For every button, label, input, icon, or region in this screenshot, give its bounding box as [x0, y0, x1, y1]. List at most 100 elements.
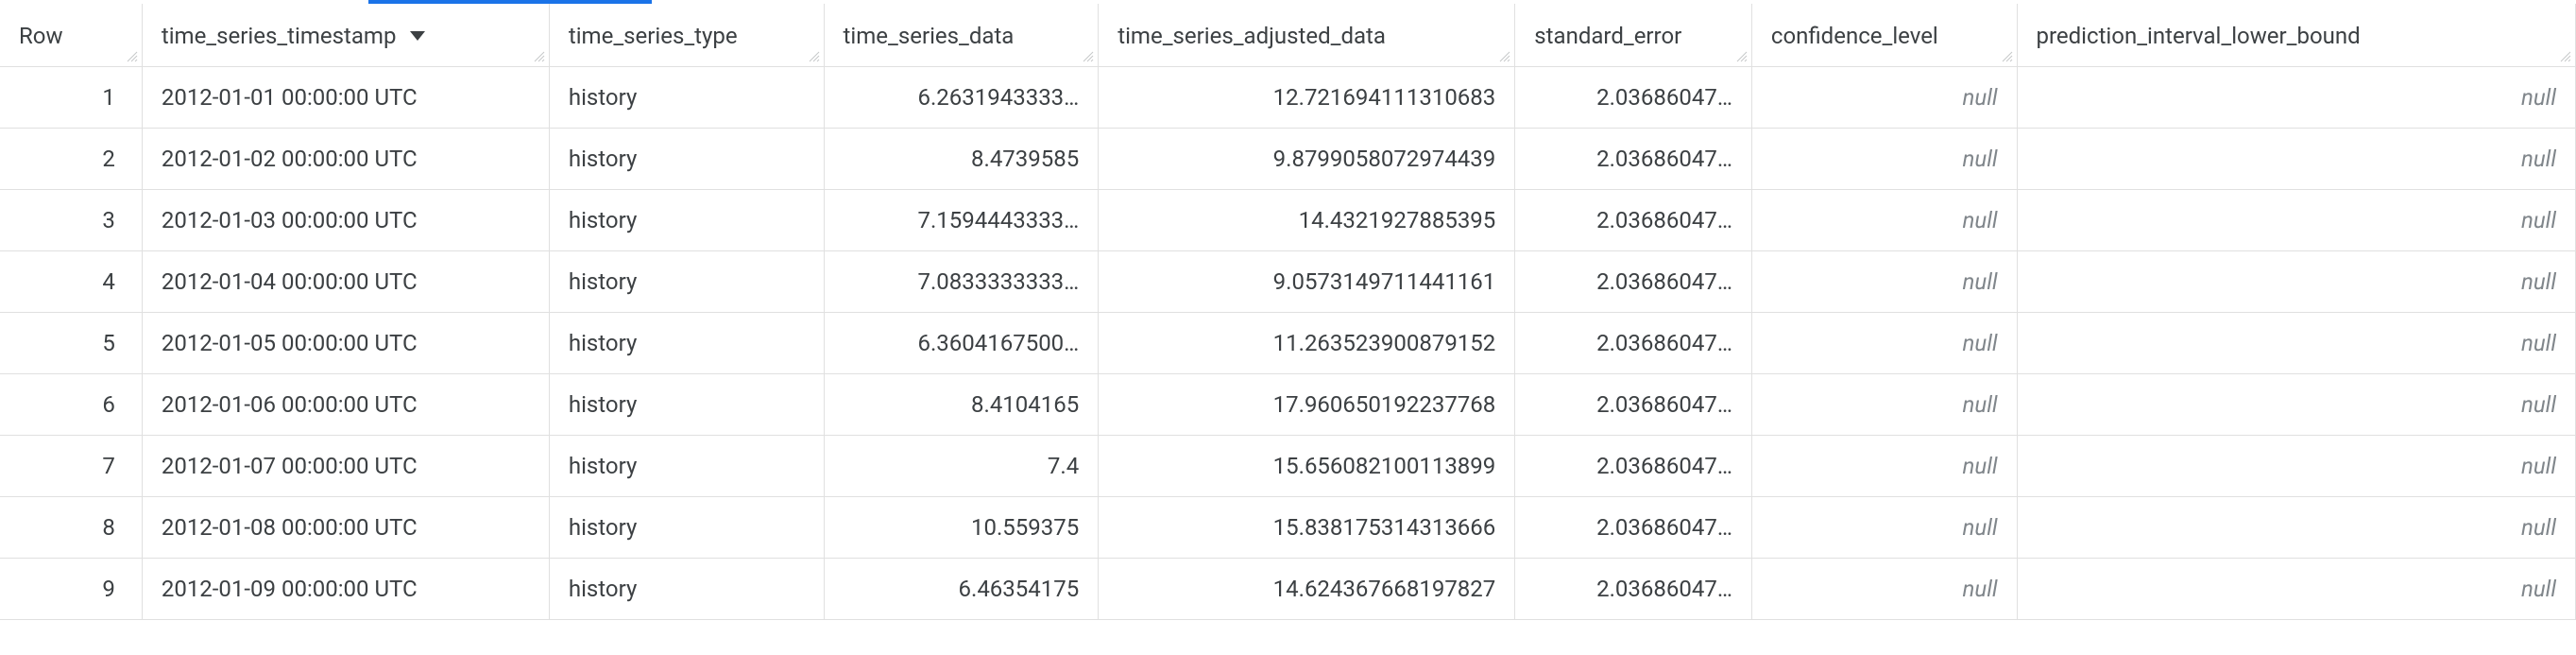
cell-adjusted: 17.960650192237768 [1099, 373, 1515, 435]
cell-data: 10.559375 [824, 496, 1099, 558]
null-value: null [2521, 330, 2556, 356]
null-value: null [1963, 207, 1998, 233]
cell-type: history [549, 558, 824, 619]
resize-handle-icon[interactable] [809, 51, 822, 64]
cell-data: 6.46354175 [824, 558, 1099, 619]
table-header-row: Row time_series_timestamp time_series_ty… [0, 4, 2576, 66]
results-table: Row time_series_timestamp time_series_ty… [0, 4, 2576, 620]
column-label: time_series_adjusted_data [1117, 23, 1386, 49]
table-header: Row time_series_timestamp time_series_ty… [0, 4, 2576, 66]
cell-adjusted: 12.721694111310683 [1099, 66, 1515, 128]
cell-confidence-level: null [1751, 128, 2017, 189]
cell-timestamp: 2012-01-09 00:00:00 UTC [142, 558, 549, 619]
cell-row-number: 5 [0, 312, 142, 373]
null-value: null [2521, 146, 2556, 172]
resize-handle-icon[interactable] [1083, 51, 1096, 64]
resize-handle-icon[interactable] [1499, 51, 1512, 64]
sort-desc-icon[interactable] [409, 30, 426, 42]
cell-confidence-level: null [1751, 558, 2017, 619]
cell-standard-error: 2.03686047… [1515, 312, 1752, 373]
cell-standard-error: 2.03686047… [1515, 496, 1752, 558]
cell-adjusted: 9.0573149711441161 [1099, 250, 1515, 312]
cell-confidence-level: null [1751, 250, 2017, 312]
column-header-standard-error[interactable]: standard_error [1515, 4, 1752, 66]
cell-pilb: null [2017, 558, 2575, 619]
cell-data: 6.3604167500… [824, 312, 1099, 373]
cell-timestamp: 2012-01-02 00:00:00 UTC [142, 128, 549, 189]
column-header-data[interactable]: time_series_data [824, 4, 1099, 66]
cell-pilb: null [2017, 496, 2575, 558]
null-value: null [1963, 576, 1998, 602]
cell-standard-error: 2.03686047… [1515, 250, 1752, 312]
resize-handle-icon[interactable] [2560, 51, 2573, 64]
cell-confidence-level: null [1751, 66, 2017, 128]
cell-adjusted: 11.263523900879152 [1099, 312, 1515, 373]
cell-timestamp: 2012-01-01 00:00:00 UTC [142, 66, 549, 128]
cell-type: history [549, 373, 824, 435]
cell-data: 6.2631943333… [824, 66, 1099, 128]
cell-pilb: null [2017, 373, 2575, 435]
table-row: 12012-01-01 00:00:00 UTChistory6.2631943… [0, 66, 2576, 128]
cell-adjusted: 14.624367668197827 [1099, 558, 1515, 619]
cell-adjusted: 15.838175314313666 [1099, 496, 1515, 558]
resize-handle-icon[interactable] [2002, 51, 2015, 64]
cell-standard-error: 2.03686047… [1515, 66, 1752, 128]
null-value: null [2521, 453, 2556, 479]
resize-handle-icon[interactable] [127, 51, 140, 64]
cell-type: history [549, 128, 824, 189]
null-value: null [1963, 391, 1998, 418]
cell-row-number: 4 [0, 250, 142, 312]
cell-standard-error: 2.03686047… [1515, 128, 1752, 189]
null-value: null [2521, 268, 2556, 295]
cell-timestamp: 2012-01-06 00:00:00 UTC [142, 373, 549, 435]
cell-row-number: 9 [0, 558, 142, 619]
cell-pilb: null [2017, 128, 2575, 189]
table-row: 62012-01-06 00:00:00 UTChistory8.4104165… [0, 373, 2576, 435]
cell-standard-error: 2.03686047… [1515, 558, 1752, 619]
cell-row-number: 3 [0, 189, 142, 250]
column-header-type[interactable]: time_series_type [549, 4, 824, 66]
cell-timestamp: 2012-01-08 00:00:00 UTC [142, 496, 549, 558]
cell-standard-error: 2.03686047… [1515, 373, 1752, 435]
column-header-prediction-interval-lower-bound[interactable]: prediction_interval_lower_bound [2017, 4, 2575, 66]
cell-row-number: 8 [0, 496, 142, 558]
null-value: null [1963, 268, 1998, 295]
cell-timestamp: 2012-01-07 00:00:00 UTC [142, 435, 549, 496]
cell-standard-error: 2.03686047… [1515, 435, 1752, 496]
cell-confidence-level: null [1751, 189, 2017, 250]
column-label: confidence_level [1771, 23, 1938, 49]
column-label: standard_error [1534, 23, 1681, 49]
cell-row-number: 1 [0, 66, 142, 128]
cell-adjusted: 15.656082100113899 [1099, 435, 1515, 496]
column-label: time_series_timestamp [162, 23, 397, 49]
cell-pilb: null [2017, 435, 2575, 496]
null-value: null [1963, 330, 1998, 356]
cell-confidence-level: null [1751, 435, 2017, 496]
null-value: null [2521, 514, 2556, 541]
cell-type: history [549, 66, 824, 128]
cell-row-number: 6 [0, 373, 142, 435]
column-label: time_series_type [569, 23, 738, 49]
null-value: null [1963, 514, 1998, 541]
cell-data: 7.0833333333… [824, 250, 1099, 312]
resize-handle-icon[interactable] [1736, 51, 1749, 64]
cell-timestamp: 2012-01-04 00:00:00 UTC [142, 250, 549, 312]
cell-type: history [549, 312, 824, 373]
cell-data: 7.1594443333… [824, 189, 1099, 250]
cell-data: 7.4 [824, 435, 1099, 496]
column-header-timestamp[interactable]: time_series_timestamp [142, 4, 549, 66]
cell-pilb: null [2017, 312, 2575, 373]
table-row: 92012-01-09 00:00:00 UTChistory6.4635417… [0, 558, 2576, 619]
cell-pilb: null [2017, 189, 2575, 250]
null-value: null [2521, 391, 2556, 418]
cell-pilb: null [2017, 66, 2575, 128]
table-row: 82012-01-08 00:00:00 UTChistory10.559375… [0, 496, 2576, 558]
cell-timestamp: 2012-01-03 00:00:00 UTC [142, 189, 549, 250]
column-label: time_series_data [844, 23, 1015, 49]
column-header-adjusted[interactable]: time_series_adjusted_data [1099, 4, 1515, 66]
null-value: null [1963, 453, 1998, 479]
column-header-row[interactable]: Row [0, 4, 142, 66]
resize-handle-icon[interactable] [534, 51, 547, 64]
column-header-confidence-level[interactable]: confidence_level [1751, 4, 2017, 66]
null-value: null [1963, 84, 1998, 111]
